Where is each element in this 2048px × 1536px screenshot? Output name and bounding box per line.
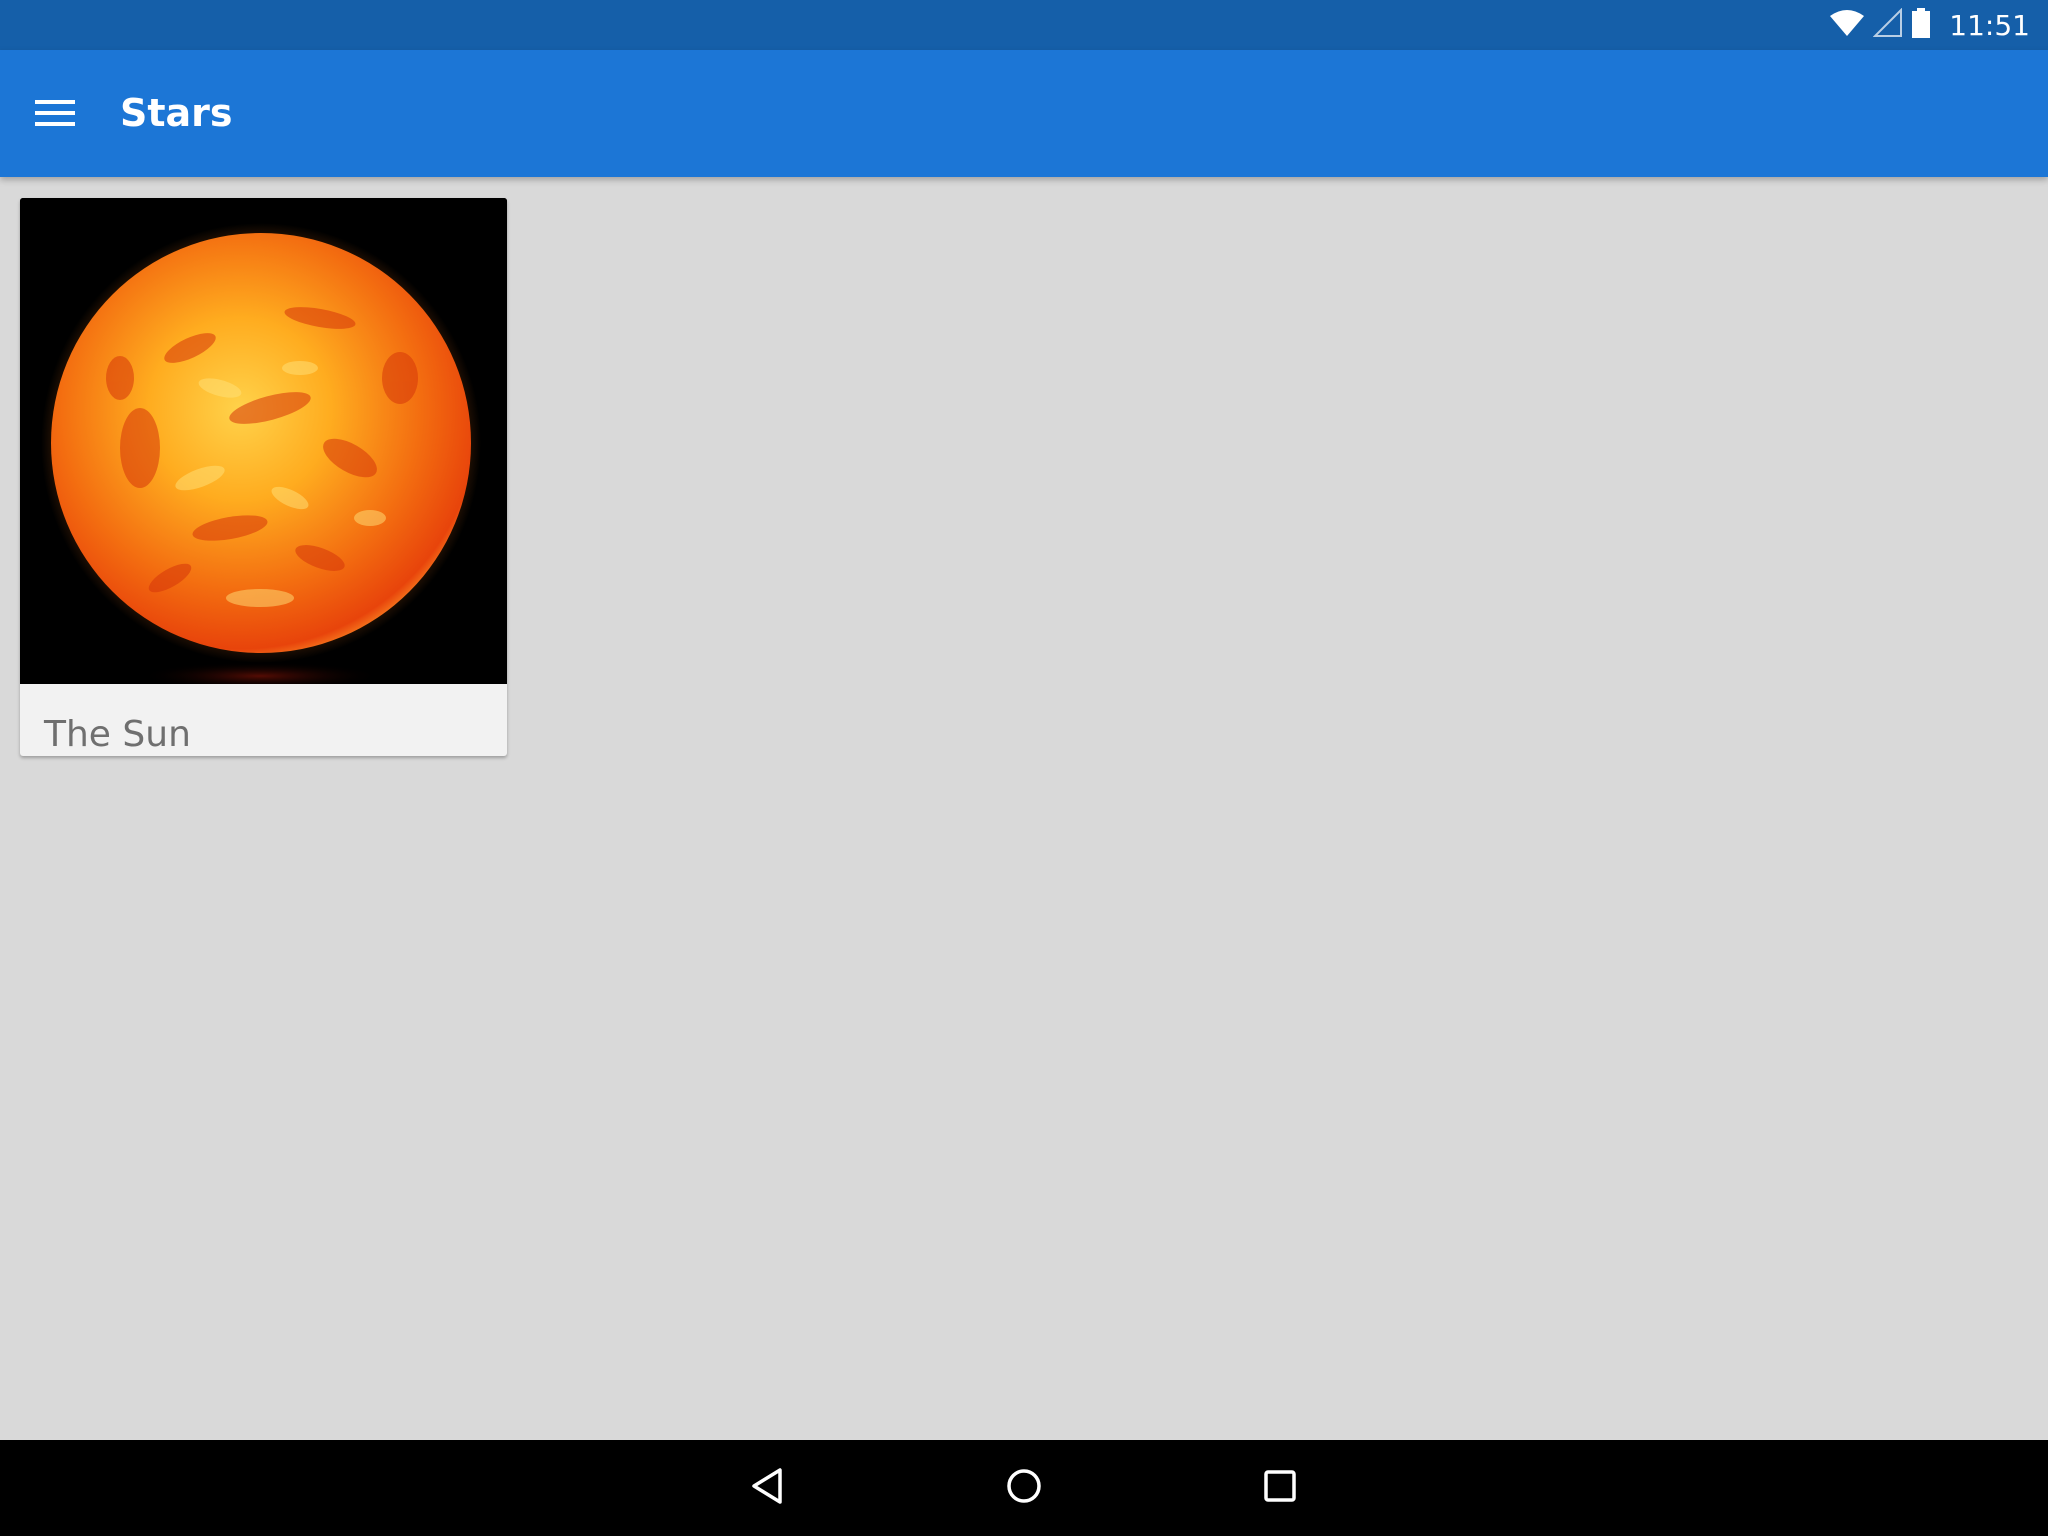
page-title: Stars (120, 91, 233, 135)
status-bar: 11:51 (0, 0, 2048, 50)
recents-icon (1260, 1466, 1300, 1510)
recents-button[interactable] (1250, 1458, 1310, 1518)
menu-button[interactable] (20, 80, 90, 150)
battery-icon (1911, 7, 1931, 43)
home-button[interactable] (994, 1458, 1054, 1518)
card-the-sun[interactable]: The Sun (20, 198, 507, 756)
status-time: 11:51 (1949, 8, 2030, 42)
hamburger-menu-icon (35, 98, 75, 132)
navigation-bar (0, 1440, 2048, 1536)
content-area: The Sun (0, 177, 2048, 1440)
back-icon (748, 1466, 788, 1510)
status-icons: 11:51 (1829, 0, 2030, 50)
wifi-icon (1829, 8, 1865, 42)
home-icon (1004, 1466, 1044, 1510)
back-button[interactable] (738, 1458, 798, 1518)
card-label: The Sun (44, 714, 191, 755)
sun-image (20, 198, 507, 690)
cellular-signal-icon (1872, 7, 1903, 42)
app-bar: Stars (0, 50, 2048, 177)
